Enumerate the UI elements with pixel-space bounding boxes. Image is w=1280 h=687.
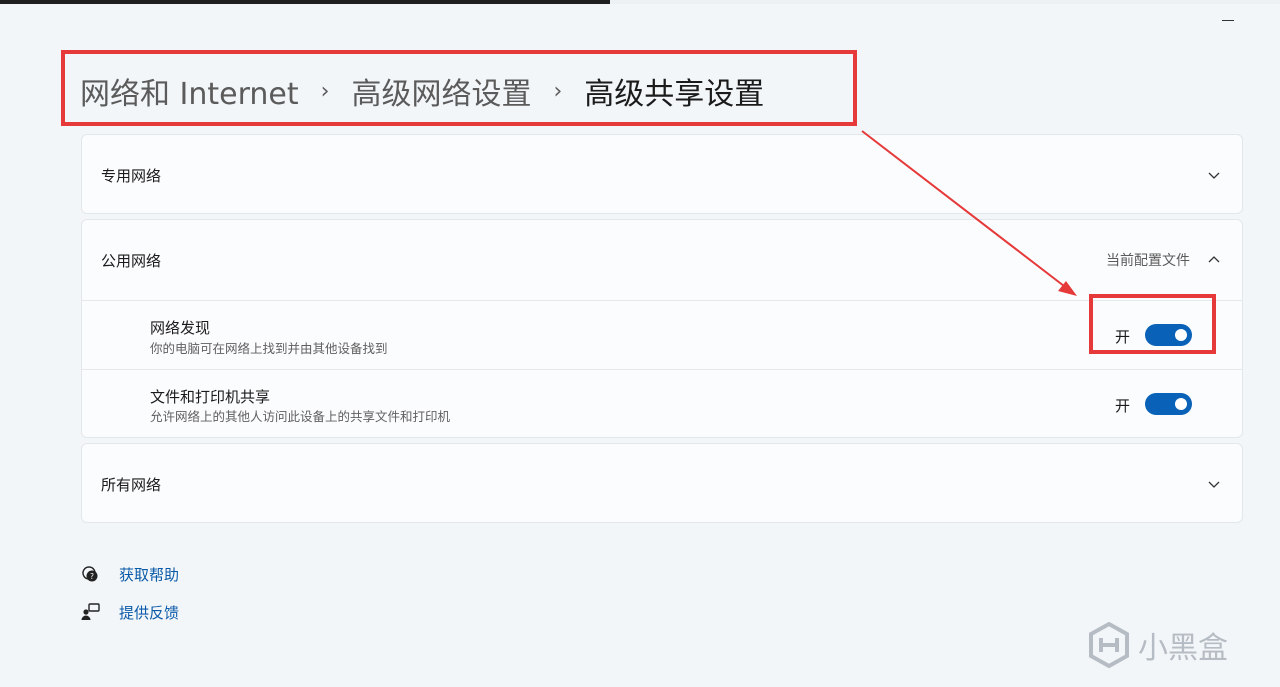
chevron-down-icon[interactable] [1206, 476, 1222, 492]
get-help-text: 获取帮助 [119, 565, 180, 584]
network-discovery-toggle[interactable] [1145, 324, 1192, 346]
all-networks-label: 所有网络 [101, 475, 162, 494]
chevron-down-icon[interactable] [1206, 167, 1222, 183]
public-network-label: 公用网络 [101, 251, 162, 270]
current-profile-label: 当前配置文件 [1106, 253, 1190, 269]
get-help-link[interactable]: ? 获取帮助 [80, 562, 179, 586]
watermark: 小黑盒 [1088, 621, 1228, 669]
page-title: 高级共享设置 [584, 77, 765, 112]
minimize-icon[interactable] [1222, 20, 1234, 21]
give-feedback-link[interactable]: 提供反馈 [80, 600, 179, 624]
file-printer-sharing-desc: 允许网络上的其他人访问此设备上的共享文件和打印机 [150, 409, 451, 424]
private-network-header[interactable]: 专用网络 [82, 135, 1242, 215]
feedback-icon [81, 603, 100, 620]
public-network-header[interactable]: 公用网络 当前配置文件 [82, 220, 1242, 300]
network-discovery-row: 网络发现 你的电脑可在网络上找到并由其他设备找到 开 [82, 301, 1242, 369]
network-discovery-state: 开 [1115, 328, 1131, 346]
file-printer-sharing-title: 文件和打印机共享 [150, 388, 271, 406]
all-networks-card[interactable]: 所有网络 [81, 443, 1243, 523]
public-network-card: 公用网络 当前配置文件 网络发现 你的电脑可在网络上找到并由其他设备找到 开 文… [81, 219, 1243, 438]
network-discovery-title: 网络发现 [150, 319, 211, 337]
breadcrumb-separator-icon: › [553, 78, 563, 104]
help-icon: ? [82, 566, 98, 582]
chevron-up-icon[interactable] [1206, 252, 1222, 268]
private-network-card[interactable]: 专用网络 [81, 134, 1243, 214]
background-window-edge [0, 0, 610, 4]
breadcrumb-network-internet[interactable]: 网络和 Internet [80, 69, 299, 113]
watermark-logo-icon [1089, 622, 1129, 668]
svg-text:?: ? [90, 572, 94, 581]
watermark-text: 小黑盒 [1138, 631, 1228, 666]
give-feedback-text: 提供反馈 [119, 603, 180, 622]
file-printer-sharing-state: 开 [1115, 397, 1131, 415]
breadcrumb: 网络和 Internet › 高级网络设置 › 高级共享设置 [80, 66, 764, 116]
file-printer-sharing-row: 文件和打印机共享 允许网络上的其他人访问此设备上的共享文件和打印机 开 [82, 370, 1242, 438]
all-networks-header[interactable]: 所有网络 [82, 444, 1242, 524]
file-printer-sharing-toggle[interactable] [1145, 393, 1192, 415]
network-discovery-desc: 你的电脑可在网络上找到并由其他设备找到 [150, 341, 388, 356]
private-network-label: 专用网络 [101, 166, 162, 185]
toggle-knob [1175, 329, 1187, 341]
breadcrumb-separator-icon: › [320, 78, 330, 104]
toggle-knob [1175, 398, 1187, 410]
breadcrumb-advanced-network[interactable]: 高级网络设置 [351, 69, 531, 113]
top-window-strip [0, 0, 1280, 4]
